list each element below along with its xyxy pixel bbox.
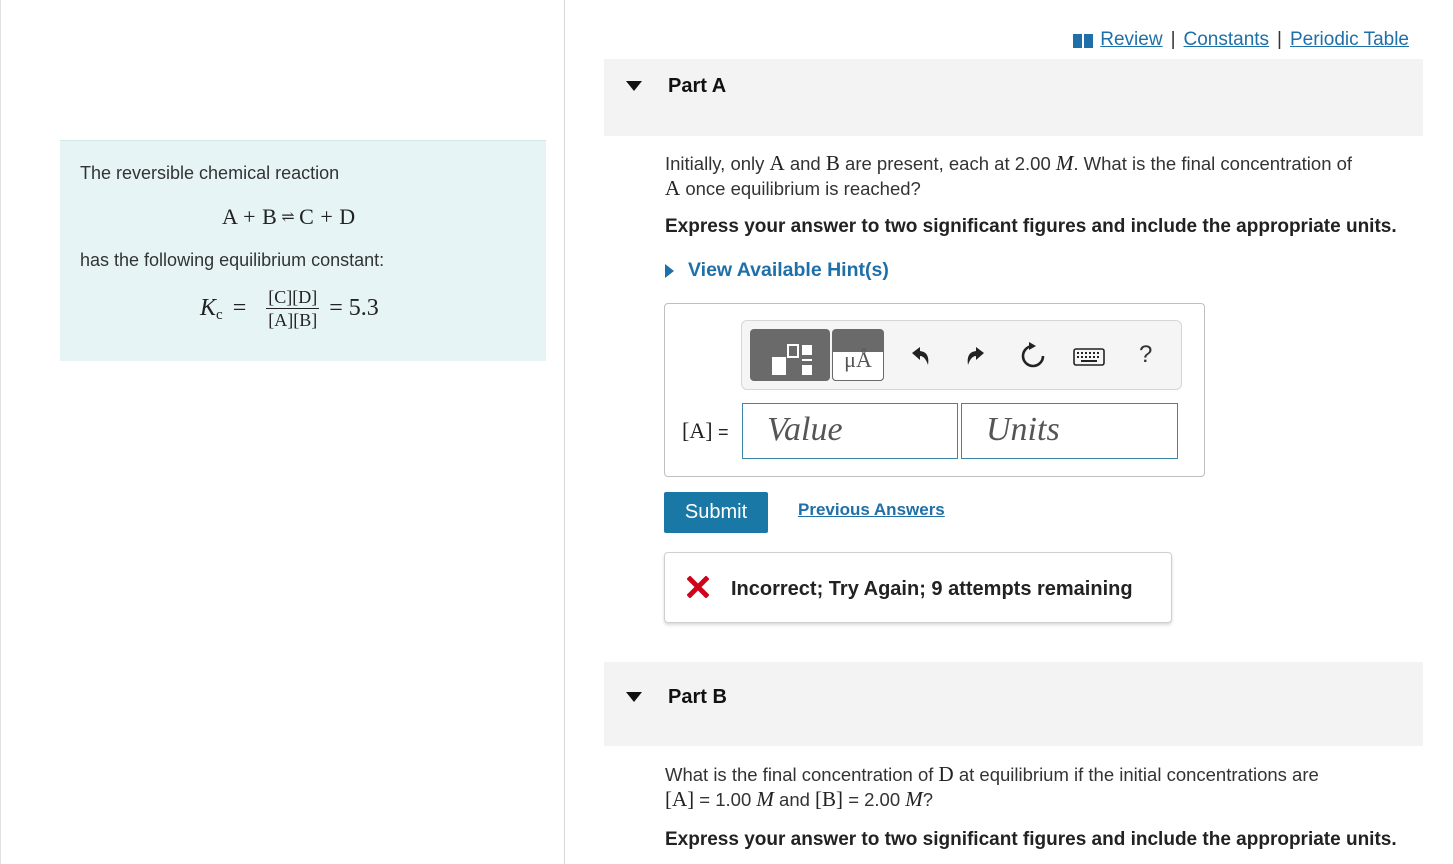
part-a-header[interactable]: Part A — [604, 59, 1423, 136]
book-icon — [1073, 34, 1094, 48]
units-button[interactable]: μÅ — [832, 329, 884, 381]
answer-equals: = — [718, 422, 729, 442]
q-value-a: = 1.00 — [699, 789, 752, 810]
q-text: . What is the final concentration of — [1073, 153, 1353, 174]
separator: | — [1277, 29, 1282, 50]
q-text: What is the final concentration of — [665, 764, 934, 785]
q-text: and — [779, 789, 810, 810]
part-b-instruction: Express your answer to two significant f… — [665, 829, 1397, 850]
part-a-question: Initially, only A and B are present, eac… — [665, 151, 1415, 201]
q-species-a: A — [769, 151, 785, 175]
q-text: ? — [922, 789, 934, 810]
kc-fraction: [C][D] [A][B] — [266, 287, 320, 330]
periodic-table-link[interactable]: Periodic Table — [1290, 29, 1409, 51]
q-conc-a: [A] — [665, 787, 695, 811]
part-a-title: Part A — [668, 75, 727, 97]
redo-icon[interactable] — [962, 341, 992, 371]
incorrect-x-icon — [687, 576, 709, 598]
templates-button[interactable] — [750, 329, 830, 381]
previous-answers-link[interactable]: Previous Answers — [798, 500, 945, 520]
kc-symbol: K — [200, 295, 217, 321]
value-input[interactable]: Value — [742, 403, 958, 459]
q-text: are present, each at 2.00 — [845, 153, 1051, 174]
help-icon[interactable]: ? — [1139, 341, 1152, 369]
view-hints-toggle[interactable]: View Available Hint(s) — [665, 259, 889, 282]
kc-numerator: [C][D] — [266, 287, 320, 309]
kc-value: = 5.3 — [329, 295, 379, 321]
kc-subscript: c — [216, 307, 223, 323]
submit-button[interactable]: Submit — [664, 492, 768, 533]
kc-expression: Kc = [C][D] [A][B] = 5.3 — [200, 287, 379, 330]
hint-label: View Available Hint(s) — [688, 259, 889, 281]
units-icon: μÅ — [844, 347, 872, 372]
undo-icon[interactable] — [904, 341, 934, 371]
answer-variable: [A] — [682, 418, 713, 443]
reactants: A + B — [222, 204, 278, 229]
q-unit-m: M — [756, 787, 774, 811]
part-b-title: Part B — [668, 686, 727, 708]
caret-down-icon — [626, 692, 642, 702]
intro-text-2: has the following equilibrium constant: — [80, 250, 385, 270]
q-text: at equilibrium if the initial concentrat… — [958, 764, 1319, 785]
intro-box: The reversible chemical reaction A + B ⇌ C… — [60, 140, 546, 361]
q-text: Initially, only — [665, 153, 765, 174]
part-a-instruction: Express your answer to two significant f… — [665, 216, 1397, 237]
keyboard-icon[interactable] — [1072, 341, 1106, 371]
feedback-box: Incorrect; Try Again; 9 attempts remaini… — [664, 552, 1172, 623]
q-conc-b: [B] — [815, 787, 844, 811]
intro-pane: The reversible chemical reaction A + B ⇌ C… — [0, 0, 565, 864]
q-value-b: = 2.00 — [848, 789, 901, 810]
triangle-right-icon — [665, 263, 674, 278]
resource-links: Review | Constants | Periodic Table — [1073, 29, 1409, 51]
q-text: and — [789, 153, 821, 174]
q-text: once equilibrium is reached? — [685, 178, 921, 199]
products: C + D — [299, 204, 356, 229]
reset-icon[interactable] — [1018, 341, 1048, 371]
templates-icon — [772, 344, 812, 375]
caret-down-icon — [626, 81, 642, 91]
review-link[interactable]: Review — [1100, 29, 1162, 51]
equilibrium-arrow-icon: ⇌ — [281, 209, 296, 226]
part-b-header[interactable]: Part B — [604, 662, 1423, 746]
answer-box: μÅ ? [A] = Value Units — [664, 303, 1205, 477]
kc-equals: = — [232, 295, 247, 321]
q-species-a: A — [665, 176, 681, 200]
answer-label: [A] = — [682, 418, 729, 444]
separator: | — [1170, 29, 1176, 50]
part-b-question: What is the final concentration of D at … — [665, 762, 1405, 812]
constants-link[interactable]: Constants — [1184, 29, 1270, 51]
feedback-message: Incorrect; Try Again; 9 attempts remaini… — [731, 578, 1133, 600]
q-species-d: D — [938, 762, 954, 786]
reaction-equation: A + B ⇌ C + D — [222, 204, 356, 230]
kc-denominator: [A][B] — [268, 310, 318, 330]
q-unit-m: M — [905, 787, 923, 811]
math-toolbar: μÅ ? — [741, 320, 1182, 390]
q-species-b: B — [825, 151, 840, 175]
units-input[interactable]: Units — [961, 403, 1178, 459]
intro-text: The reversible chemical reaction — [80, 163, 340, 183]
q-unit-m: M — [1055, 151, 1074, 175]
